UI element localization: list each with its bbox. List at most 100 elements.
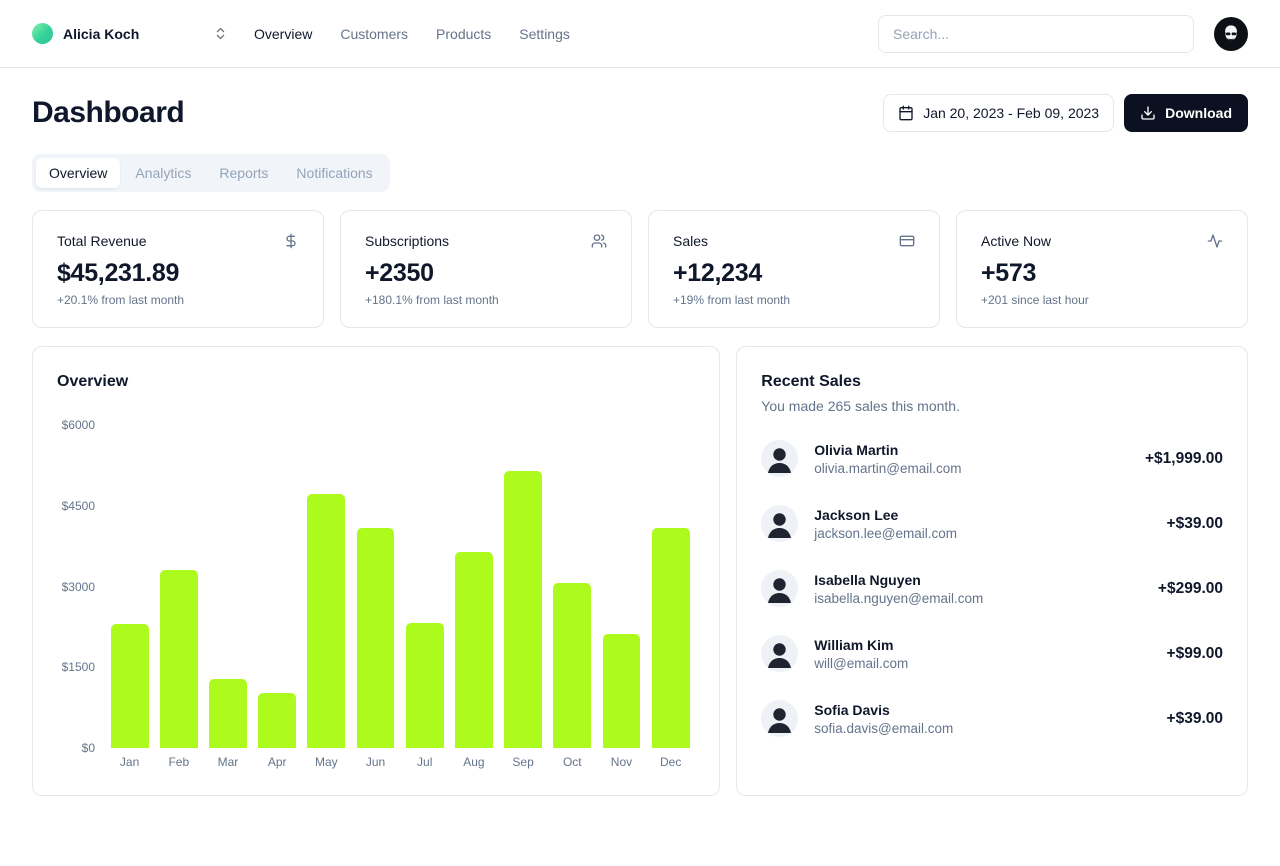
nav-item-products[interactable]: Products <box>436 26 491 42</box>
customer-name: Sofia Davis <box>814 701 890 718</box>
chart-bar <box>356 527 395 748</box>
user-avatar[interactable] <box>1214 16 1248 51</box>
stat-title: Active Now <box>981 233 1052 249</box>
main-nav: Overview Customers Products Settings <box>254 26 570 42</box>
download-label: Download <box>1165 105 1232 121</box>
users-icon <box>591 234 607 248</box>
customer-name: William Kim <box>814 636 894 653</box>
team-avatar <box>32 23 53 44</box>
stat-card-active-now: Active Now +573 +201 since last hour <box>956 210 1248 328</box>
chart-bar-slot <box>253 425 302 748</box>
overview-chart-card: Overview $0 $1500 $3000 $4500 $6000 Jan Feb Ma… <box>32 346 721 796</box>
stat-card-total-revenue: Total Revenue $45,231.89 +20.1% from las… <box>32 210 324 328</box>
chart-bar <box>602 633 641 748</box>
stat-card-sales: Sales +12,234 +19% from last month <box>648 210 940 328</box>
x-tick-label: Dec <box>659 755 682 769</box>
page-actions: Jan 20, 2023 - Feb 09, 2023 Download <box>883 94 1248 132</box>
sale-row: Sofia Davis sofia.davis@email.com +$39.0… <box>761 700 1223 737</box>
customer-avatar <box>761 635 799 672</box>
nav-item-settings[interactable]: Settings <box>519 26 570 42</box>
search-box <box>878 14 1194 53</box>
sale-amount: +$39.00 <box>1166 514 1223 532</box>
credit-card-icon <box>899 235 915 247</box>
chart-bar-slot <box>499 425 548 748</box>
y-tick-label: $4500 <box>61 498 95 513</box>
chart-bar <box>553 583 592 748</box>
stat-change: +180.1% from last month <box>365 293 499 307</box>
sale-row: William Kim will@email.com +$99.00 <box>761 635 1223 672</box>
chart-bar-slot <box>154 425 203 748</box>
customer-avatar <box>761 570 799 607</box>
dashboard-tabs: Overview Analytics Reports Notifications <box>32 154 390 192</box>
team-switcher[interactable]: Alicia Koch <box>32 23 228 44</box>
chart-bar <box>307 493 346 748</box>
top-navigation-bar: Alicia Koch Overview Customers Products … <box>0 0 1280 68</box>
customer-email: olivia.martin@email.com <box>814 460 962 476</box>
x-tick-label: Mar <box>217 755 239 769</box>
chart-bar-slot <box>646 425 695 748</box>
sale-row: Olivia Martin olivia.martin@email.com +$… <box>761 440 1223 477</box>
x-tick-label: Nov <box>610 755 633 769</box>
search-input[interactable] <box>878 14 1194 53</box>
recent-sales-list: Olivia Martin olivia.martin@email.com +$… <box>761 440 1223 737</box>
stat-title: Subscriptions <box>365 233 450 249</box>
chart-bar <box>504 471 543 748</box>
recent-sales-subtitle: You made 265 sales this month. <box>761 398 960 414</box>
chart-title: Overview <box>57 373 129 390</box>
calendar-icon <box>899 105 913 121</box>
chart-bar <box>454 552 493 748</box>
person-icon <box>768 448 792 473</box>
sale-amount: +$39.00 <box>1166 709 1223 727</box>
chevrons-up-down-icon <box>213 26 228 41</box>
chart-bar <box>159 570 198 748</box>
tab-overview[interactable]: Overview <box>36 158 121 188</box>
dashboard-page: Dashboard Jan 20, 2023 - Feb 09, 2023 Do… <box>0 68 1280 832</box>
customer-email: jackson.lee@email.com <box>814 525 958 541</box>
chart-x-axis: Jan Feb Mar Apr May Jun Jul Aug Sep Oct Nov Dec <box>105 755 695 769</box>
person-icon <box>768 513 792 538</box>
stat-cards: Total Revenue $45,231.89 +20.1% from las… <box>32 210 1248 328</box>
x-tick-label: Aug <box>463 755 485 769</box>
tab-reports[interactable]: Reports <box>206 158 281 188</box>
chart-bar <box>405 623 444 748</box>
stat-value: +12,234 <box>673 259 762 287</box>
sale-amount: +$1,999.00 <box>1144 449 1223 467</box>
main-content-grid: Overview $0 $1500 $3000 $4500 $6000 Jan Feb Ma… <box>32 346 1248 796</box>
chart-bar-slot <box>400 425 449 748</box>
customer-avatar <box>761 505 799 542</box>
stat-title: Total Revenue <box>57 233 147 249</box>
customer-name: Jackson Lee <box>814 506 899 523</box>
stat-title: Sales <box>673 233 709 249</box>
person-icon <box>768 643 792 668</box>
chart-bar <box>651 527 690 748</box>
chart-bar-slot <box>105 425 154 748</box>
date-range-label: Jan 20, 2023 - Feb 09, 2023 <box>923 105 1100 121</box>
chart-bar-slot <box>351 425 400 748</box>
stat-change: +201 since last hour <box>981 293 1089 307</box>
x-tick-label: Feb <box>168 755 190 769</box>
team-name: Alicia Koch <box>63 25 140 42</box>
dollar-icon <box>286 233 296 249</box>
chart-bars <box>105 425 695 748</box>
customer-name: Isabella Nguyen <box>814 571 921 588</box>
page-header: Dashboard Jan 20, 2023 - Feb 09, 2023 Do… <box>32 94 1248 132</box>
sale-amount: +$299.00 <box>1157 579 1223 597</box>
stat-change: +20.1% from last month <box>57 293 185 307</box>
chart-bar-slot <box>548 425 597 748</box>
x-tick-label: Jul <box>417 755 433 769</box>
chart-bar-slot <box>597 425 646 748</box>
x-tick-label: Apr <box>267 755 287 769</box>
nav-item-overview[interactable]: Overview <box>254 26 312 42</box>
chart-bar-slot <box>302 425 351 748</box>
chart-bar <box>110 624 149 748</box>
stat-card-subscriptions: Subscriptions +2350 +180.1% from last mo… <box>340 210 632 328</box>
x-tick-label: Oct <box>562 755 582 769</box>
customer-avatar <box>761 440 799 477</box>
topbar-right <box>878 14 1248 53</box>
date-range-picker[interactable]: Jan 20, 2023 - Feb 09, 2023 <box>883 94 1115 132</box>
download-button[interactable]: Download <box>1124 94 1248 132</box>
tab-notifications[interactable]: Notifications <box>283 158 385 188</box>
stat-value: $45,231.89 <box>57 259 180 287</box>
nav-item-customers[interactable]: Customers <box>340 26 408 42</box>
tab-analytics[interactable]: Analytics <box>122 158 204 188</box>
